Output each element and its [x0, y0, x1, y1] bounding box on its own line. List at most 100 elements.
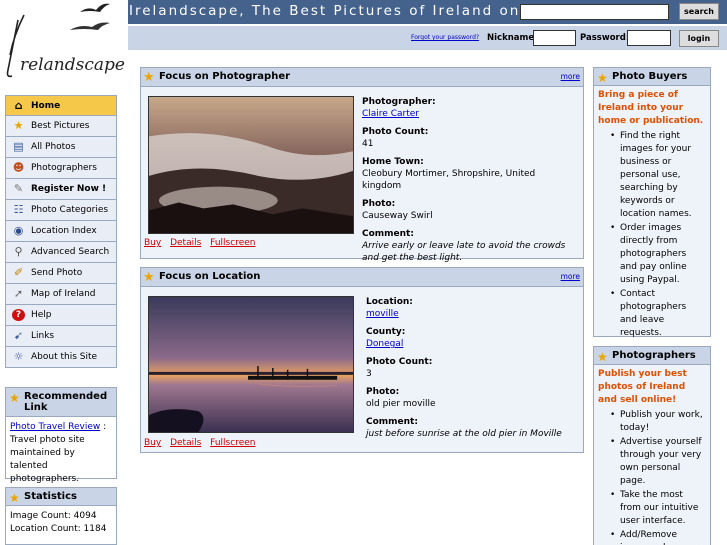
photo-count-label: Photo Count: [362, 127, 429, 137]
county-link[interactable]: Donegal [366, 338, 581, 350]
login-button[interactable]: login [679, 30, 719, 47]
irelandscape-logo[interactable]: relandscape [0, 0, 128, 92]
home-town-value: Cleobury Mortimer, Shropshire, United ki… [362, 169, 536, 191]
nav-item-photographers[interactable]: ☻ Photographers [5, 158, 117, 179]
location-count: Location Count: 1184 [10, 524, 107, 534]
photo-label: Photo: [362, 199, 396, 209]
password-input[interactable] [627, 30, 671, 46]
pen-icon: ✐ [13, 266, 24, 279]
photo-buyers-intro: Bring a piece of Ireland into your home … [598, 90, 704, 126]
more-link[interactable]: more [561, 72, 580, 81]
cursor-icon: ➚ [13, 287, 24, 300]
list-item: Find the right images for your business … [610, 130, 706, 221]
magnifier-icon: ⚲ [14, 245, 23, 258]
focus-photographer-header: ★ Focus on Photographer more [141, 68, 583, 87]
nav-label: Photographers [31, 163, 97, 173]
info-icon: ☼ [13, 350, 24, 363]
nav-item-advanced-search[interactable]: ⚲ Advanced Search [5, 242, 117, 263]
causeway-swirl-photo[interactable] [148, 96, 354, 234]
photos-icon: ▤ [13, 140, 24, 153]
nav-label: About this Site [31, 352, 98, 362]
nav-item-register[interactable]: ✎ Register Now ! [5, 179, 117, 200]
details-link[interactable]: Details [170, 238, 201, 248]
statistics-box: ★ Statistics Image Count: 4094 Location C… [5, 487, 117, 545]
star-icon: ★ [9, 491, 20, 505]
photo-buyers-list: Find the right images for your business … [594, 128, 710, 345]
photo-count-value: 3 [366, 369, 372, 379]
nav-label: Location Index [31, 226, 97, 236]
left-nav: ⌂ Home ★ Best Pictures ▤ All Photos ☻ Photog… [5, 95, 117, 368]
focus-location-header: ★ Focus on Location more [141, 268, 583, 287]
nav-item-about[interactable]: ☼ About this Site [5, 347, 117, 368]
image-count: Image Count: 4094 [10, 511, 97, 521]
star-icon: ★ [597, 350, 608, 364]
list-item: Publish your work, today! [610, 409, 706, 435]
location-photo-actions: Buy Details Fullscreen [144, 438, 261, 448]
list-item: Take the most from our intuitive user in… [610, 489, 706, 528]
nickname-label: Nickname: [487, 33, 538, 43]
star-icon: ★ [597, 71, 608, 85]
star-icon: ★ [143, 270, 155, 285]
details-link[interactable]: Details [170, 438, 201, 448]
location-link[interactable]: moville [366, 308, 581, 320]
search-input[interactable] [520, 4, 669, 20]
nav-item-map-of-ireland[interactable]: ➚ Map of Ireland [5, 284, 117, 305]
nav-item-home[interactable]: ⌂ Home [5, 95, 117, 116]
photographers-intro: Publish your best photos of Ireland and … [598, 369, 687, 405]
photographers-list: Publish your work, today! Advertise your… [594, 407, 710, 545]
register-icon: ✎ [13, 182, 24, 195]
home-icon: ⌂ [14, 99, 23, 112]
recommended-link-header: ★ Recommended Link [6, 388, 116, 417]
nav-label: Links [31, 331, 55, 341]
list-item: Order images directly from photographers… [610, 222, 706, 287]
nav-label: Advanced Search [31, 247, 110, 257]
list-item: Add/Remove images whenever [610, 529, 706, 545]
recommended-link-body: Photo Travel Review : Travel photo site … [6, 417, 116, 490]
buy-link[interactable]: Buy [144, 238, 161, 248]
svg-text:relandscape: relandscape [20, 55, 125, 75]
recommended-link-box: ★ Recommended Link Photo Travel Review : … [5, 387, 117, 484]
statistics-body: Image Count: 4094 Location Count: 1184 [6, 506, 116, 540]
fullscreen-link[interactable]: Fullscreen [210, 438, 255, 448]
search-button[interactable]: search [679, 3, 719, 20]
photographer-name-link[interactable]: Claire Carter [362, 108, 577, 120]
old-pier-moville-photo[interactable] [148, 296, 354, 433]
nav-item-send-photo[interactable]: ✐ Send Photo [5, 263, 117, 284]
nav-label: Send Photo [31, 268, 83, 278]
photo-travel-review-link[interactable]: Photo Travel Review [10, 422, 100, 432]
comment-label: Comment: [366, 417, 418, 427]
fullscreen-link[interactable]: Fullscreen [210, 238, 255, 248]
nav-item-help[interactable]: ? Help [5, 305, 117, 326]
nav-label: Map of Ireland [31, 289, 96, 299]
more-link[interactable]: more [561, 272, 580, 281]
nav-item-links[interactable]: ➹ Links [5, 326, 117, 347]
location-info: Location: moville County: Donegal Photo … [366, 296, 581, 440]
forgot-password-link[interactable]: Forgot your password? [411, 34, 479, 41]
buy-link[interactable]: Buy [144, 438, 161, 448]
star-icon: ★ [9, 391, 20, 405]
nav-label: Home [31, 101, 61, 111]
nav-item-best-pictures[interactable]: ★ Best Pictures [5, 116, 117, 137]
focus-photographer-title: Focus on Photographer [159, 71, 291, 82]
nav-item-location-index[interactable]: ◉ Location Index [5, 221, 117, 242]
comment-value: just before sunrise at the old pier in M… [366, 429, 562, 439]
photo-count-value: 41 [362, 139, 374, 149]
nav-item-photo-categories[interactable]: ☷ Photo Categories [5, 200, 117, 221]
photographers-box: ★ Photographers Publish your best photos … [593, 346, 711, 545]
photo-label: Photo: [366, 387, 400, 397]
photographer-info: Photographer: Claire Carter Photo Count:… [362, 96, 577, 264]
recommended-link-title: Recommended Link [24, 391, 108, 413]
photo-name: old pier moville [366, 399, 436, 409]
photo-buyers-box: ★ Photo Buyers Bring a piece of Ireland i… [593, 67, 711, 338]
categories-icon: ☷ [13, 203, 24, 216]
password-label: Password: [580, 33, 630, 43]
nav-label: Photo Categories [31, 205, 109, 215]
photographers-icon: ☻ [12, 161, 25, 174]
photo-buyers-header: ★ Photo Buyers [594, 68, 710, 86]
nav-label: Register Now ! [31, 184, 107, 194]
photographer-label: Photographer: [362, 97, 436, 107]
nav-item-all-photos[interactable]: ▤ All Photos [5, 137, 117, 158]
page: relandscape Irelandscape, The Best Pictu… [0, 0, 727, 545]
comment-label: Comment: [362, 229, 414, 239]
nickname-input[interactable] [533, 30, 576, 46]
